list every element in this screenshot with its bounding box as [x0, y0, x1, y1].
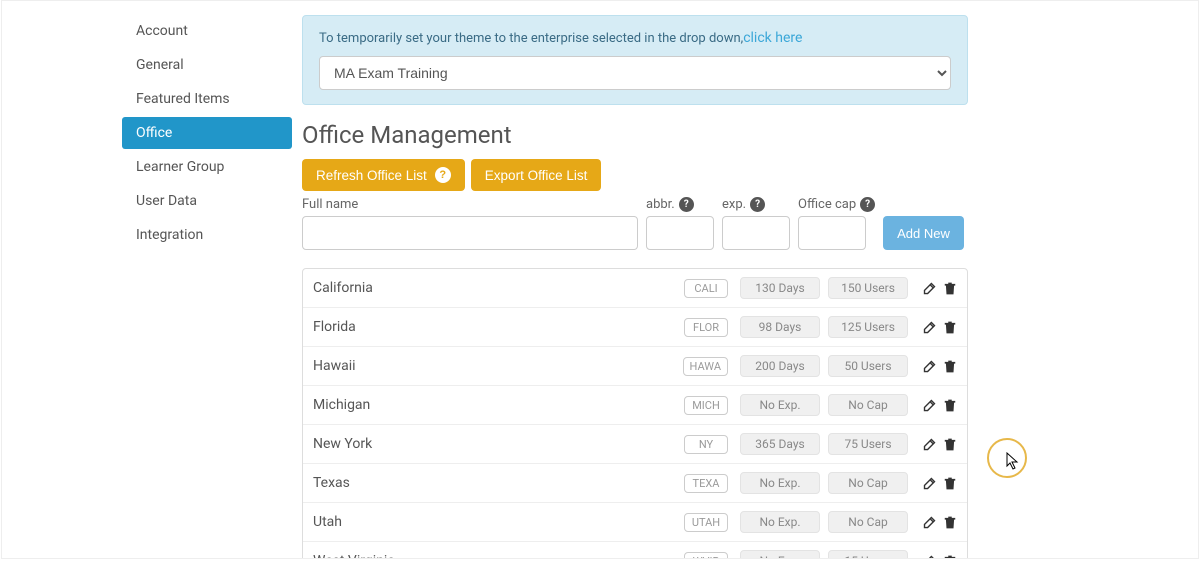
trash-icon[interactable] [943, 281, 957, 296]
table-row: TexasTEXA No Exp. No Cap [303, 464, 967, 503]
sidebar: Account General Featured Items Office Le… [2, 15, 302, 559]
table-row: MichiganMICH No Exp. No Cap [303, 386, 967, 425]
main-content: To temporarily set your theme to the ent… [302, 15, 1198, 559]
exp-label: exp. [722, 197, 746, 212]
office-exp-pill: 130 Days [740, 277, 820, 299]
office-name: California [313, 280, 684, 296]
office-abbr-badge: CALI [684, 279, 728, 298]
office-name: Utah [313, 514, 684, 530]
sidebar-item-integration[interactable]: Integration [122, 219, 292, 251]
edit-icon[interactable] [922, 554, 937, 560]
theme-alert-text: To temporarily set your theme to the ent… [319, 31, 743, 46]
office-cap-pill: 150 Users [828, 277, 908, 299]
exp-input[interactable] [722, 216, 790, 250]
sidebar-item-account[interactable]: Account [122, 15, 292, 47]
help-icon[interactable]: ? [679, 197, 694, 212]
sidebar-item-general[interactable]: General [122, 49, 292, 81]
fullname-input[interactable] [302, 216, 638, 250]
trash-icon[interactable] [943, 359, 957, 374]
page-title: Office Management [302, 121, 968, 149]
office-exp-pill: No Exp. [740, 550, 820, 559]
trash-icon[interactable] [943, 515, 957, 530]
sidebar-item-learner-group[interactable]: Learner Group [122, 151, 292, 183]
trash-icon[interactable] [943, 437, 957, 452]
office-cap-pill: 50 Users [828, 355, 908, 377]
office-cap-pill: No Cap [828, 394, 908, 416]
office-abbr-badge: TEXA [684, 474, 728, 493]
office-name: Texas [313, 475, 684, 491]
edit-icon[interactable] [922, 359, 937, 374]
sidebar-item-office[interactable]: Office [122, 117, 292, 149]
theme-alert: To temporarily set your theme to the ent… [302, 15, 968, 105]
add-office-form: Full name abbr. ? exp. ? [302, 197, 968, 250]
refresh-office-list-label: Refresh Office List [316, 168, 427, 183]
trash-icon[interactable] [943, 476, 957, 491]
export-office-list-button[interactable]: Export Office List [471, 159, 602, 191]
table-row: West VirginiaWVIR No Exp. 15 Users [303, 542, 967, 559]
export-office-list-label: Export Office List [485, 168, 588, 183]
edit-icon[interactable] [922, 476, 937, 491]
sidebar-item-user-data[interactable]: User Data [122, 185, 292, 217]
office-name: New York [313, 436, 684, 452]
edit-icon[interactable] [922, 437, 937, 452]
theme-select[interactable]: MA Exam Training [319, 56, 951, 90]
table-row: New YorkNY 365 Days 75 Users [303, 425, 967, 464]
office-exp-pill: 200 Days [740, 355, 820, 377]
office-exp-pill: 365 Days [740, 433, 820, 455]
office-cap-pill: 75 Users [828, 433, 908, 455]
help-icon: ? [435, 167, 451, 183]
add-new-button[interactable]: Add New [883, 216, 964, 250]
office-cap-pill: 125 Users [828, 316, 908, 338]
office-name: Michigan [313, 397, 684, 413]
office-abbr-badge: MICH [684, 396, 728, 415]
office-cap-pill: No Cap [828, 511, 908, 533]
office-abbr-badge: UTAH [684, 513, 728, 532]
office-exp-pill: No Exp. [740, 472, 820, 494]
refresh-office-list-button[interactable]: Refresh Office List ? [302, 159, 465, 191]
trash-icon[interactable] [943, 320, 957, 335]
table-row: CaliforniaCALI 130 Days 150 Users [303, 269, 967, 308]
office-exp-pill: No Exp. [740, 394, 820, 416]
theme-alert-link[interactable]: click here [743, 30, 802, 46]
trash-icon[interactable] [943, 398, 957, 413]
cap-input[interactable] [798, 216, 866, 250]
office-exp-pill: No Exp. [740, 511, 820, 533]
help-icon[interactable]: ? [750, 197, 765, 212]
edit-icon[interactable] [922, 398, 937, 413]
fullname-label: Full name [302, 197, 638, 212]
abbr-input[interactable] [646, 216, 714, 250]
office-exp-pill: 98 Days [740, 316, 820, 338]
toolbar: Refresh Office List ? Export Office List [302, 159, 968, 191]
office-abbr-badge: WVIR [684, 552, 728, 560]
cap-label: Office cap [798, 197, 856, 212]
help-icon[interactable]: ? [860, 197, 875, 212]
edit-icon[interactable] [922, 281, 937, 296]
office-name: Florida [313, 319, 684, 335]
table-row: HawaiiHAWA 200 Days 50 Users [303, 347, 967, 386]
table-row: FloridaFLOR 98 Days 125 Users [303, 308, 967, 347]
office-abbr-badge: HAWA [683, 357, 728, 376]
trash-icon[interactable] [943, 554, 957, 560]
table-row: UtahUTAH No Exp. No Cap [303, 503, 967, 542]
office-name: Hawaii [313, 358, 683, 374]
abbr-label: abbr. [646, 197, 675, 212]
office-cap-pill: 15 Users [828, 550, 908, 559]
office-name: West Virginia [313, 553, 684, 559]
edit-icon[interactable] [922, 320, 937, 335]
edit-icon[interactable] [922, 515, 937, 530]
office-cap-pill: No Cap [828, 472, 908, 494]
office-abbr-badge: NY [684, 435, 728, 454]
office-table: CaliforniaCALI 130 Days 150 Users FloridaFL… [302, 268, 968, 559]
sidebar-item-featured-items[interactable]: Featured Items [122, 83, 292, 115]
office-abbr-badge: FLOR [684, 318, 728, 337]
